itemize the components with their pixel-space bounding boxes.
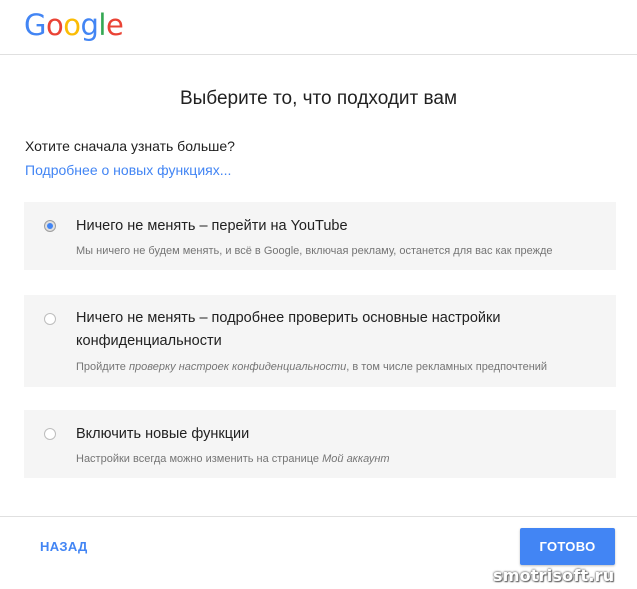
logo-letter: l (98, 8, 106, 42)
logo-letter: g (80, 8, 99, 42)
option-description-prefix: Настройки всегда можно изменить на стран… (76, 453, 323, 465)
option-description: Мы ничего не будем менять, и всё в Googl… (76, 245, 553, 257)
watermark: smotrisoft.ru (493, 566, 615, 585)
privacy-checkup-link[interactable]: проверку настроек конфиденциальности (129, 361, 346, 373)
radio-icon[interactable] (44, 313, 56, 325)
logo-letter: e (105, 8, 124, 42)
option-title: Ничего не менять – перейти на YouTube (76, 218, 348, 234)
option-description-prefix: Пройдите (76, 361, 129, 373)
logo-letter: o (45, 8, 64, 42)
header: Google (0, 0, 637, 55)
option-description: Настройки всегда можно изменить на стран… (76, 453, 390, 465)
learn-more-link[interactable]: Подробнее о новых функциях... (25, 162, 231, 178)
radio-selected-icon[interactable] (44, 220, 56, 232)
option-title: Включить новые функции (76, 426, 250, 442)
page-title: Выберите то, что подходит вам (179, 88, 458, 109)
done-button[interactable]: ГОТОВО (520, 528, 615, 565)
option-description: Пройдите проверку настроек конфиденциаль… (76, 361, 547, 373)
option-title: Ничего не менять – подробнее проверить о… (76, 310, 501, 349)
radio-icon[interactable] (44, 428, 56, 440)
logo-letter: o (63, 8, 81, 42)
logo-letter: G (24, 8, 46, 42)
option-description-suffix: , в том числе рекламных предпочтений (346, 361, 548, 373)
option-enable-features[interactable]: Включить новые функции Настройки всегда … (24, 410, 616, 478)
option-review-privacy[interactable]: Ничего не менять – подробнее проверить о… (24, 295, 616, 387)
option-keep-youtube[interactable]: Ничего не менять – перейти на YouTube Мы… (24, 202, 616, 270)
my-account-link[interactable]: Мой аккаунт (322, 453, 389, 465)
google-logo: Google (24, 8, 124, 42)
question-text: Хотите сначала узнать больше? (25, 138, 235, 154)
back-button[interactable]: НАЗАД (40, 539, 88, 554)
